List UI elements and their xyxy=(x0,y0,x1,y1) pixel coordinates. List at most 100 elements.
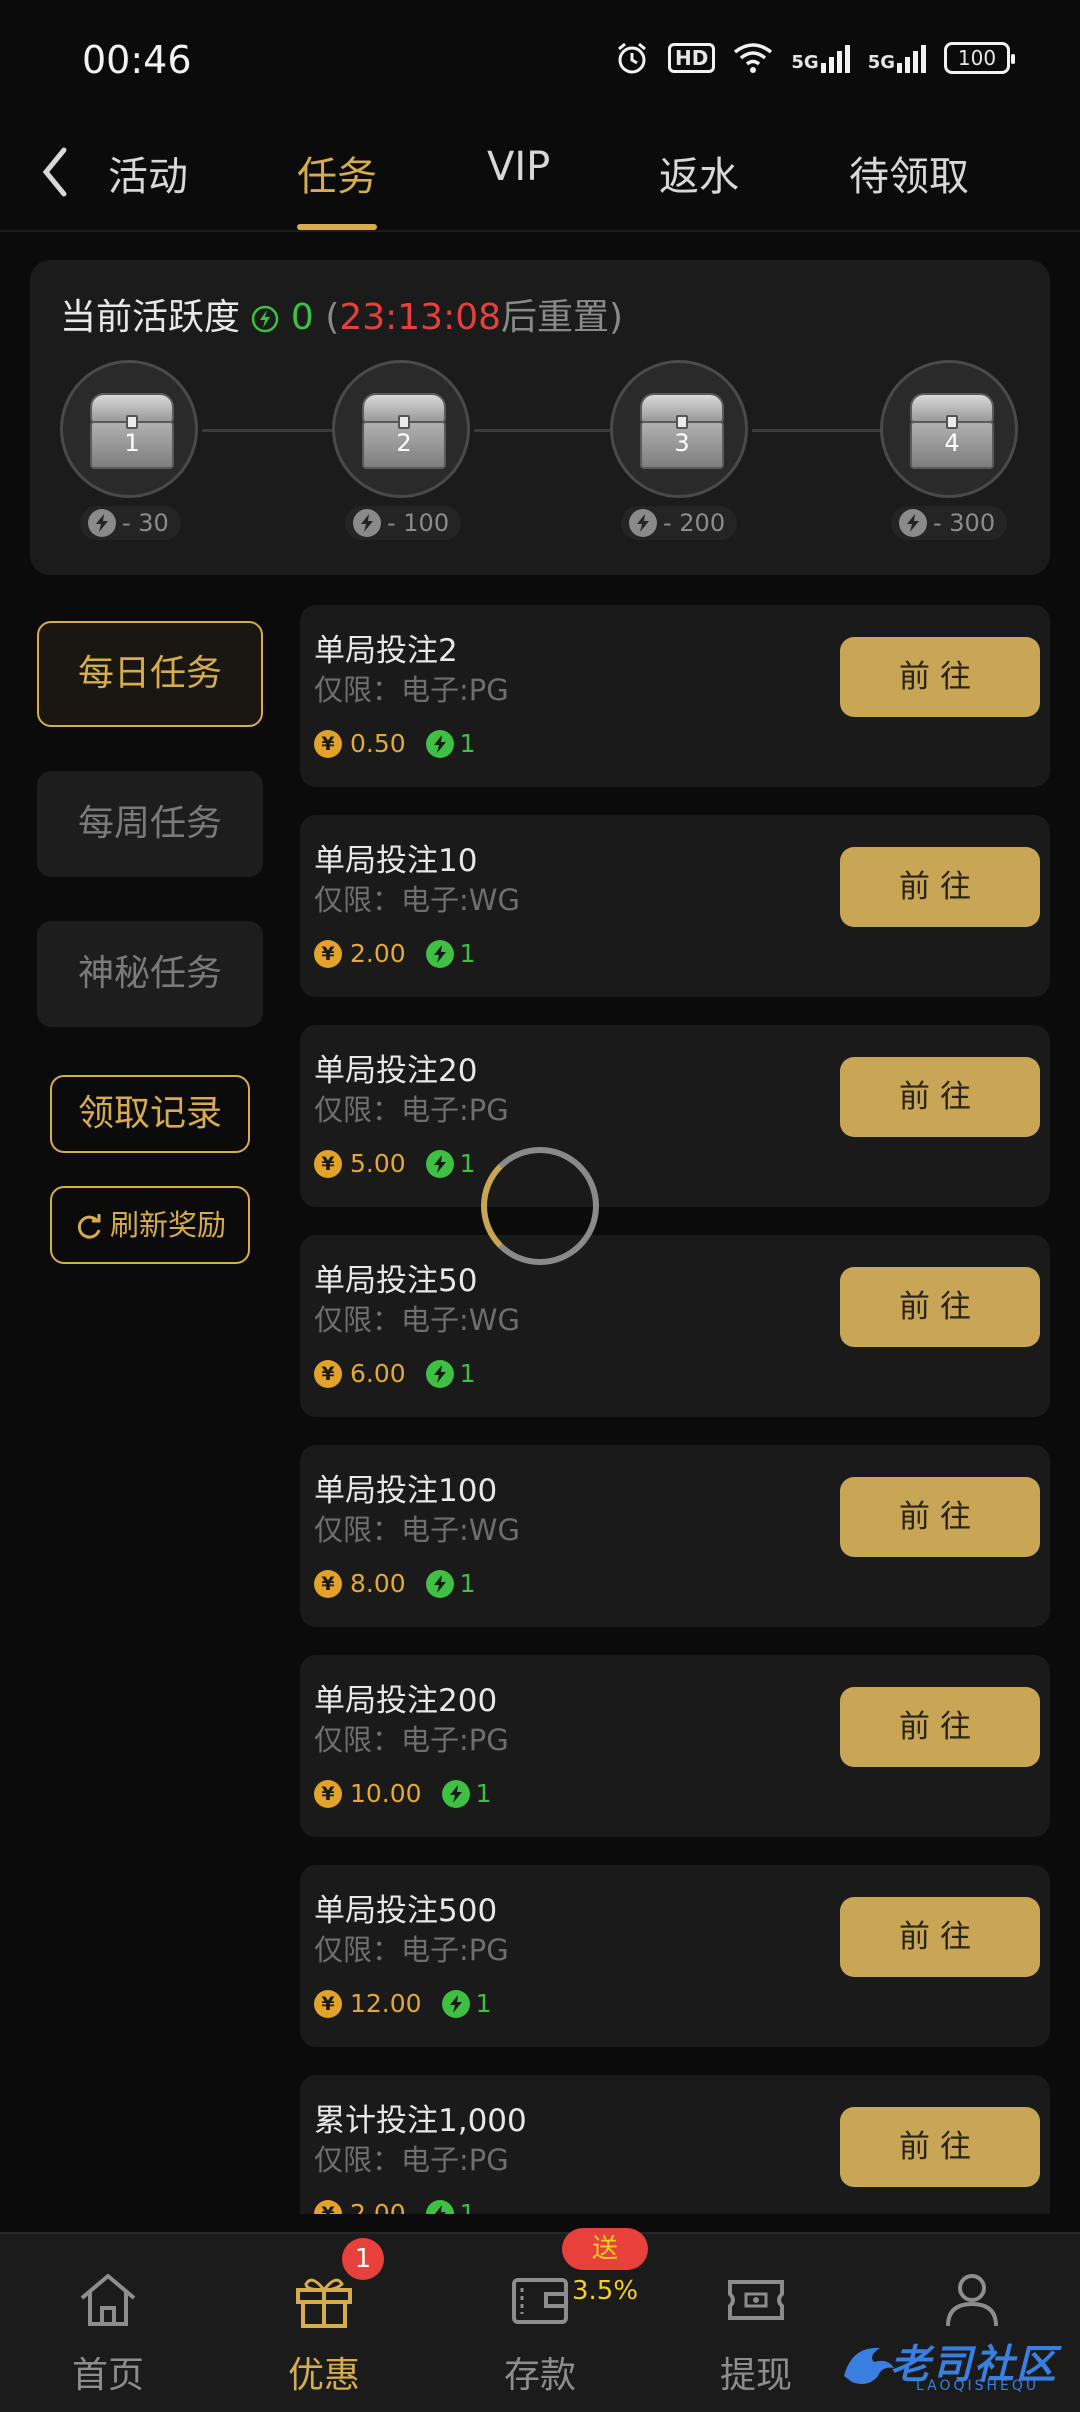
bolt-icon xyxy=(252,305,279,333)
go-button[interactable]: 前往 xyxy=(840,1477,1040,1557)
bolt-icon xyxy=(353,509,381,537)
treasure-chest-icon: 1 xyxy=(90,393,174,469)
task-name: 单局投注20 xyxy=(314,1053,478,1089)
tab-activity[interactable]: 活动 xyxy=(108,144,188,202)
task-name: 单局投注10 xyxy=(314,843,478,879)
chest-4[interactable]: 4 xyxy=(880,360,1018,498)
nav-deposit[interactable]: 存款 送3.5% xyxy=(432,2228,649,2412)
bolt-icon xyxy=(425,729,454,758)
bolt-icon xyxy=(441,1989,470,2018)
signal-icon: 5G xyxy=(791,43,850,73)
refresh-rewards-button[interactable]: 刷新奖励 xyxy=(50,1186,250,1264)
task-limit: 仅限：电子:PG xyxy=(314,1093,509,1127)
activity-points: 1 xyxy=(459,729,476,758)
active-tab-indicator xyxy=(297,224,377,230)
reward-amount: 0.50 xyxy=(350,729,406,758)
task-name: 累计投注1,000 xyxy=(314,2103,527,2139)
back-arrow-icon[interactable] xyxy=(38,142,72,202)
task-card: 单局投注10 仅限：电子:WG ¥ 2.00 1 前往 xyxy=(300,815,1050,997)
watermark-logo: 老司社区 LAOQISHEQU xyxy=(838,2330,1068,2400)
chest-cost-label: - 200 xyxy=(663,509,726,537)
chest-number: 2 xyxy=(396,429,412,457)
tab-vip[interactable]: VIP xyxy=(487,144,550,190)
go-button[interactable]: 前往 xyxy=(840,1057,1040,1137)
chest-2[interactable]: 2 xyxy=(332,360,470,498)
reward-amount: 5.00 xyxy=(350,1149,406,1178)
chest-1[interactable]: 1 xyxy=(60,360,198,498)
coin-icon: ¥ xyxy=(314,939,342,968)
treasure-chest-icon: 3 xyxy=(640,393,724,469)
wifi-icon xyxy=(734,43,773,73)
activity-points: 1 xyxy=(459,939,476,968)
chest-number: 1 xyxy=(124,429,140,457)
withdraw-icon xyxy=(728,2280,784,2320)
chest-cost-label: - 300 xyxy=(933,509,996,537)
nav-home[interactable]: 首页 xyxy=(0,2234,216,2412)
daily-tasks-button[interactable]: 每日任务 xyxy=(37,621,263,727)
task-limit: 仅限：电子:WG xyxy=(314,1303,520,1337)
battery-icon: 100 xyxy=(944,42,1015,74)
status-time: 00:46 xyxy=(82,38,192,82)
nav-label: 首页 xyxy=(71,2355,144,2396)
coin-icon: ¥ xyxy=(314,1569,342,1598)
network-type-label: 5G xyxy=(791,52,819,73)
promo-badge: 送3.5% xyxy=(562,2228,649,2306)
task-name: 单局投注200 xyxy=(314,1683,498,1719)
loading-spinner-icon xyxy=(481,1147,599,1265)
go-button[interactable]: 前往 xyxy=(840,847,1040,927)
task-card: 单局投注200 仅限：电子:PG ¥ 10.00 1 前往 xyxy=(300,1655,1050,1837)
nav-promotions[interactable]: 优惠 1 xyxy=(216,2234,432,2412)
reward-amount: 10.00 xyxy=(350,1779,422,1808)
task-card: 单局投注2 仅限：电子:PG ¥ 0.50 1 前往 xyxy=(300,605,1050,787)
chest-cost: - 300 xyxy=(891,506,1008,540)
task-reward: ¥ 2.00 1 xyxy=(314,939,476,968)
bolt-icon xyxy=(425,939,454,968)
task-card: 单局投注50 仅限：电子:WG ¥ 6.00 1 前往 xyxy=(300,1235,1050,1417)
chest-cost: - 100 xyxy=(345,506,462,540)
go-button[interactable]: 前往 xyxy=(840,2107,1040,2187)
chest-cost: - 200 xyxy=(621,506,738,540)
task-card: 单局投注500 仅限：电子:PG ¥ 12.00 1 前往 xyxy=(300,1865,1050,2047)
task-reward: ¥ 5.00 1 xyxy=(314,1149,476,1178)
tab-pending[interactable]: 待领取 xyxy=(849,144,969,202)
reward-amount: 8.00 xyxy=(350,1569,406,1598)
task-limit: 仅限：电子:WG xyxy=(314,883,520,917)
go-button[interactable]: 前往 xyxy=(840,1687,1040,1767)
task-reward: ¥ 10.00 1 xyxy=(314,1779,491,1808)
chest-cost-label: - 100 xyxy=(387,509,450,537)
task-reward: ¥ 6.00 1 xyxy=(314,1359,476,1388)
tab-tasks[interactable]: 任务 xyxy=(297,144,377,202)
activity-points: 1 xyxy=(459,2199,476,2214)
signal-icon: 5G xyxy=(868,43,926,73)
reward-amount: 6.00 xyxy=(350,1359,406,1388)
activity-points: 1 xyxy=(459,1149,476,1178)
paren-open: ( xyxy=(325,297,340,338)
task-reward: ¥ 0.50 1 xyxy=(314,729,476,758)
status-bar: 00:46 HD 5G 5G 100 xyxy=(0,0,1080,120)
task-card: 单局投注20 仅限：电子:PG ¥ 5.00 1 前往 xyxy=(300,1025,1050,1207)
chest-number: 3 xyxy=(674,429,690,457)
task-name: 单局投注50 xyxy=(314,1263,478,1299)
go-button[interactable]: 前往 xyxy=(840,1897,1040,1977)
task-limit: 仅限：电子:PG xyxy=(314,1723,509,1757)
coin-icon: ¥ xyxy=(314,2199,342,2214)
hd-icon: HD xyxy=(668,43,716,73)
treasure-chest-icon: 4 xyxy=(910,393,994,469)
nav-withdraw[interactable]: 提现 xyxy=(648,2234,864,2412)
task-limit: 仅限：电子:PG xyxy=(314,1933,509,1967)
chest-cost: - 30 xyxy=(80,506,181,540)
bolt-icon xyxy=(899,509,927,537)
activity-points: 1 xyxy=(459,1569,476,1598)
go-button[interactable]: 前往 xyxy=(840,637,1040,717)
weekly-tasks-button[interactable]: 每周任务 xyxy=(37,771,263,877)
coin-icon: ¥ xyxy=(314,1359,342,1388)
tabs: 活动 任务 VIP 返水 待领取 xyxy=(88,120,1080,232)
activity-value: 0 xyxy=(290,297,314,338)
mystery-tasks-button[interactable]: 神秘任务 xyxy=(37,921,263,1027)
activity-points: 1 xyxy=(475,1779,492,1808)
tab-rebate[interactable]: 返水 xyxy=(659,144,739,202)
task-name: 单局投注100 xyxy=(314,1473,498,1509)
chest-3[interactable]: 3 xyxy=(610,360,748,498)
go-button[interactable]: 前往 xyxy=(840,1267,1040,1347)
claim-records-button[interactable]: 领取记录 xyxy=(50,1075,250,1153)
